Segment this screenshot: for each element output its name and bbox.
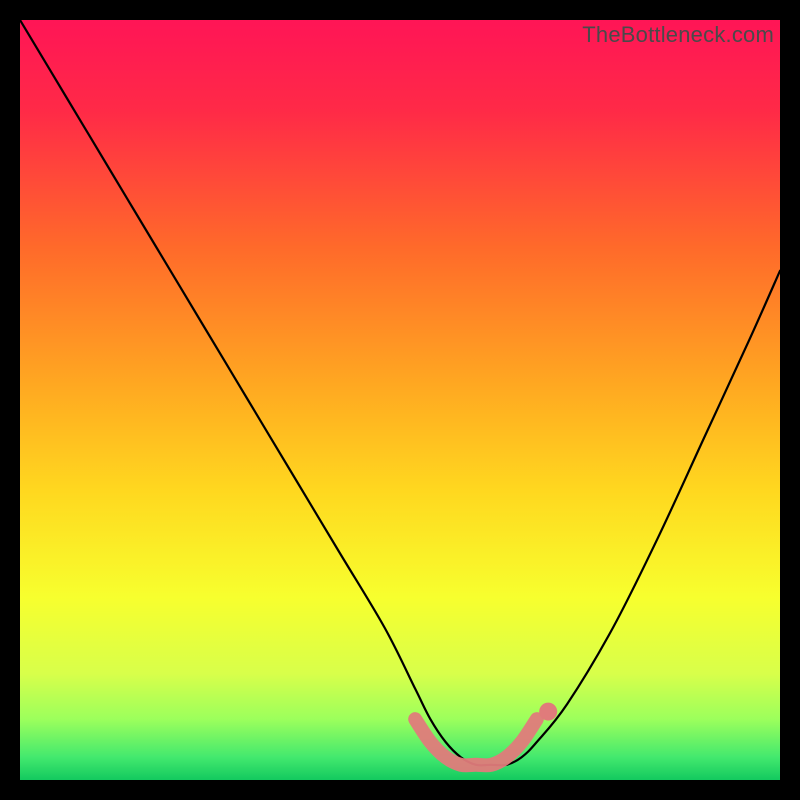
- curve-layer: [20, 20, 780, 780]
- bottleneck-curve: [20, 20, 780, 765]
- chart-frame: TheBottleneck.com: [0, 0, 800, 800]
- plot-area: TheBottleneck.com: [20, 20, 780, 780]
- highlight-end-dot: [539, 703, 557, 721]
- watermark-text: TheBottleneck.com: [582, 22, 774, 48]
